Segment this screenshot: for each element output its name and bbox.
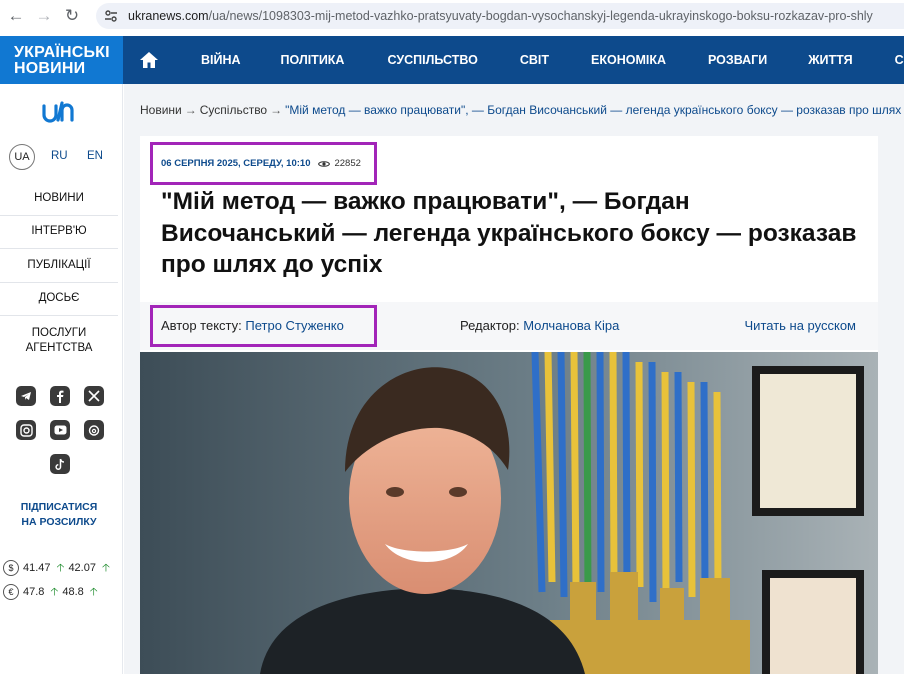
site-brand[interactable]: УКРАЇНСЬКІ НОВИНИ bbox=[0, 36, 123, 84]
url-domain: ukranews.com bbox=[128, 9, 209, 23]
breadcrumb-home[interactable]: Новини bbox=[140, 103, 182, 117]
reload-icon[interactable]: ↻ bbox=[58, 2, 86, 30]
instagram-icon[interactable] bbox=[16, 420, 36, 440]
highlight-author-box bbox=[150, 305, 377, 347]
x-icon[interactable] bbox=[84, 386, 104, 406]
subscribe-label: ПІДПИСАТИСЯ НА РОЗСИЛКУ bbox=[20, 501, 98, 528]
rate-sell: 42.07 bbox=[68, 562, 96, 574]
article-photo bbox=[140, 352, 878, 674]
threads-icon[interactable] bbox=[84, 420, 104, 440]
main-menu: ВІЙНА ПОЛІТИКА СУСПІЛЬСТВО СВІТ ЕКОНОМІК… bbox=[172, 36, 904, 84]
editor-link[interactable]: Молчанова Кіра bbox=[523, 318, 619, 333]
forward-icon[interactable]: → bbox=[30, 2, 58, 30]
arrow-up-icon: 🡡 bbox=[101, 561, 110, 574]
highlight-date-box bbox=[150, 142, 377, 185]
sidebar-item-publications[interactable]: ПУБЛІКАЦІЇ bbox=[0, 249, 118, 283]
youtube-icon[interactable] bbox=[50, 420, 70, 440]
editor-label: Редактор: bbox=[460, 318, 520, 333]
home-icon[interactable] bbox=[126, 36, 172, 84]
sidebar-nav: НОВИНИ ІНТЕРВ'Ю ПУБЛІКАЦІЇ ДОСЬЄ ПОСЛУГИ… bbox=[0, 182, 118, 366]
arrow-right-icon: → bbox=[270, 103, 283, 117]
menu-item-world[interactable]: СВІТ bbox=[520, 53, 549, 67]
rate-row-usd: $ 41.47 🡡 42.07 🡡 bbox=[3, 556, 121, 580]
menu-item-war[interactable]: ВІЙНА bbox=[201, 53, 241, 67]
address-bar[interactable]: ukranews.com/ua/news/1098303-mij-metod-v… bbox=[96, 3, 904, 29]
rate-buy: 47.8 bbox=[23, 586, 45, 598]
tiktok-icon[interactable] bbox=[50, 454, 70, 474]
url-path: /ua/news/1098303-mij-metod-vazhko-pratsy… bbox=[208, 9, 873, 23]
arrow-right-icon: → bbox=[184, 103, 197, 117]
currency-rates: $ 41.47 🡡 42.07 🡡 € 47.8 🡡 48.8 🡡 bbox=[3, 556, 121, 604]
editor-credit: Редактор: Молчанова Кіра bbox=[460, 318, 619, 333]
arrow-up-icon: 🡡 bbox=[89, 585, 98, 598]
rate-row-eur: € 47.8 🡡 48.8 🡡 bbox=[3, 580, 121, 604]
brand-line-1: УКРАЇНСЬКІ bbox=[14, 44, 110, 61]
article-card: 06 СЕРПНЯ 2025, СЕРЕДУ, 10:10 22852 "Мій… bbox=[140, 136, 878, 674]
rate-sell: 48.8 bbox=[62, 586, 84, 598]
menu-item-sport[interactable]: СПОРТ bbox=[895, 53, 904, 67]
site-logo-icon[interactable] bbox=[40, 98, 76, 129]
browser-toolbar: ← → ↻ ukranews.com/ua/news/1098303-mij-m… bbox=[0, 0, 904, 32]
menu-item-society[interactable]: СУСПІЛЬСТВО bbox=[387, 53, 477, 67]
rate-buy: 41.47 bbox=[23, 562, 51, 574]
menu-item-politics[interactable]: ПОЛІТИКА bbox=[281, 53, 345, 67]
sidebar-item-dossier[interactable]: ДОСЬЄ bbox=[0, 283, 118, 316]
facebook-icon[interactable] bbox=[50, 386, 70, 406]
telegram-icon[interactable] bbox=[16, 386, 36, 406]
arrow-up-icon: 🡡 bbox=[50, 585, 59, 598]
euro-icon: € bbox=[3, 584, 19, 600]
subscribe-link[interactable]: ПІДПИСАТИСЯ НА РОЗСИЛКУ bbox=[0, 500, 118, 530]
sidebar-item-services[interactable]: ПОСЛУГИ АГЕНТСТВА bbox=[0, 316, 118, 366]
menu-item-economy[interactable]: ЕКОНОМІКА bbox=[591, 53, 666, 67]
site-settings-icon[interactable] bbox=[104, 9, 118, 23]
language-switcher: UA RU EN bbox=[0, 144, 123, 170]
menu-item-life[interactable]: ЖИТТЯ bbox=[808, 53, 852, 67]
sidebar: UA RU EN НОВИНИ ІНТЕРВ'Ю ПУБЛІКАЦІЇ ДОСЬ… bbox=[0, 84, 123, 674]
breadcrumb-current: "Мій метод — важко працювати", — Богдан … bbox=[285, 103, 904, 117]
social-links bbox=[14, 386, 106, 488]
sidebar-item-services-label: ПОСЛУГИ АГЕНТСТВА bbox=[25, 327, 93, 354]
breadcrumb: Новини → Суспільство → "Мій метод — важко пр… bbox=[140, 103, 904, 117]
read-in-russian-link[interactable]: Читать на русском bbox=[745, 318, 856, 333]
breadcrumb-section[interactable]: Суспільство bbox=[200, 103, 267, 117]
arrow-up-icon: 🡡 bbox=[56, 561, 65, 574]
site-header: УКРАЇНСЬКІ НОВИНИ ВІЙНА ПОЛІТИКА СУСПІЛЬ… bbox=[0, 36, 904, 84]
menu-item-entertainment[interactable]: РОЗВАГИ bbox=[708, 53, 767, 67]
sidebar-item-news[interactable]: НОВИНИ bbox=[0, 182, 118, 216]
lang-en[interactable]: EN bbox=[87, 150, 103, 162]
dollar-icon: $ bbox=[3, 560, 19, 576]
sidebar-item-interviews[interactable]: ІНТЕРВ'Ю bbox=[0, 216, 118, 249]
article-title: "Мій метод — важко працювати", — Богдан … bbox=[161, 188, 857, 278]
lang-ru[interactable]: RU bbox=[51, 150, 68, 162]
back-icon[interactable]: ← bbox=[2, 2, 30, 30]
lang-ua[interactable]: UA bbox=[9, 144, 35, 170]
brand-line-2: НОВИНИ bbox=[14, 60, 86, 77]
